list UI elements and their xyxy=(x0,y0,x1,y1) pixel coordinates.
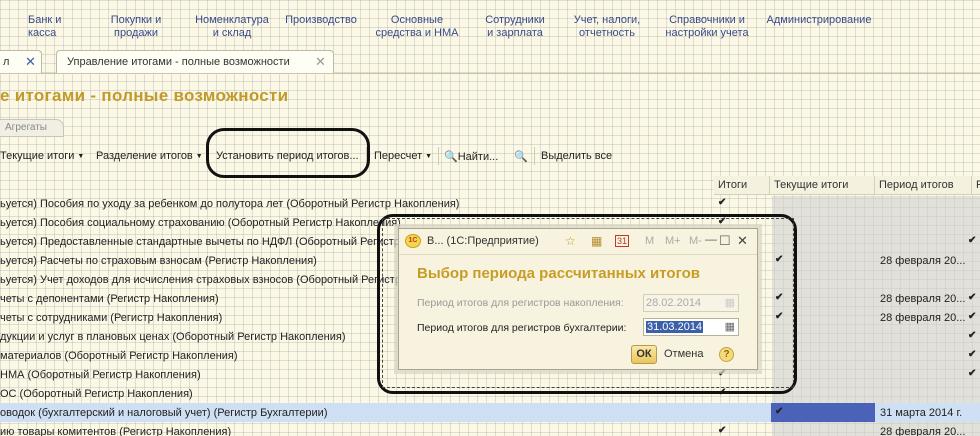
table-row[interactable]: НМА (Оборотный Регистр Накопления) xyxy=(0,369,201,381)
cancel-search-icon[interactable]: 🔍 xyxy=(514,150,528,163)
calendar-icon[interactable]: ▦ xyxy=(725,295,735,311)
tab-aggregates[interactable]: Агрегаты xyxy=(0,119,64,137)
memory-plus-icon[interactable]: M+ xyxy=(665,235,681,247)
table-row[interactable]: ьуется) Расчеты по страховым взносам (Ре… xyxy=(0,255,317,267)
split-totals-label: Разделение итогов xyxy=(96,150,193,162)
menu-purchases[interactable]: Покупки и продажи xyxy=(104,14,168,40)
period-dialog: 1С В... (1С:Предприятие) ☆ ▦ 31 M M+ M- … xyxy=(398,228,758,370)
annotation-circle xyxy=(206,128,370,178)
table-row[interactable]: материалов (Оборотный Регистр Накопления… xyxy=(0,350,238,362)
dialog-titlebar: 1С В... (1С:Предприятие) ☆ ▦ 31 M M+ M- … xyxy=(399,229,757,255)
check-icon[interactable]: ✔ xyxy=(718,197,726,208)
current-totals-button[interactable]: Текущие итоги ▼ xyxy=(0,150,84,162)
split-totals-button[interactable]: Разделение итогов ▼ xyxy=(96,150,203,162)
accum-period-field[interactable]: 28.02.2014 ▦ xyxy=(643,294,739,312)
dialog-window-title: В... (1С:Предприятие) xyxy=(427,235,539,247)
menu-bank[interactable]: Банк и касса xyxy=(28,14,68,40)
check-icon[interactable]: ✔ xyxy=(968,235,976,246)
calculator-icon[interactable]: ▦ xyxy=(591,234,602,248)
menu-accounting[interactable]: Учет, налоги, отчетность xyxy=(568,14,646,40)
tab-active-label: Управление итогами - полные возможности xyxy=(67,56,290,68)
check-icon[interactable]: ✔ xyxy=(968,292,976,303)
table-row[interactable]: четы с депонентами (Регистр Накопления) xyxy=(0,293,219,305)
column-header-totals[interactable]: Итоги xyxy=(714,176,770,195)
period-cell[interactable]: 28 февраля 20... xyxy=(880,255,965,267)
memory-minus-icon[interactable]: M- xyxy=(689,235,702,247)
column-header-current-totals[interactable]: Текущие итоги xyxy=(770,176,875,195)
period-cell[interactable]: 31 марта 2014 г. xyxy=(880,407,962,419)
toolbar-separator xyxy=(534,147,535,165)
table-row[interactable]: ОС (Оборотный Регистр Накопления) xyxy=(0,388,193,400)
period-cell[interactable]: 28 февраля 20... xyxy=(880,426,965,436)
menu-employees[interactable]: Сотрудники и зарплата xyxy=(478,14,552,40)
find-label: Найти... xyxy=(457,151,499,163)
check-icon[interactable]: ✔ xyxy=(718,425,726,436)
search-icon: 🔍 xyxy=(444,151,458,163)
ok-button[interactable]: ОК xyxy=(631,345,657,364)
tab-previous[interactable]: л ✕ xyxy=(0,50,42,74)
menu-references[interactable]: Справочники и настройки учета xyxy=(661,14,753,40)
chevron-down-icon: ▼ xyxy=(195,153,203,160)
app-logo-icon: 1С xyxy=(405,234,421,248)
table-row[interactable]: ию товары комитентов (Регистр Накопления… xyxy=(0,426,231,436)
close-icon[interactable]: ✕ xyxy=(737,233,748,249)
menu-fixed-assets[interactable]: Основные средства и НМА xyxy=(371,14,463,40)
chevron-down-icon: ▼ xyxy=(77,153,85,160)
help-icon[interactable]: ? xyxy=(719,347,734,362)
column-header-extra[interactable]: Р xyxy=(972,176,980,195)
period-cell[interactable]: 28 февраля 20... xyxy=(880,293,965,305)
acct-period-value: 31.03.2014 xyxy=(646,321,704,333)
dialog-title: Выбор периода рассчитанных итогов xyxy=(417,265,701,282)
menu-administration[interactable]: Администрирование xyxy=(764,14,874,27)
table-row[interactable]: оводок (бухгалтерский и налоговый учет) … xyxy=(0,407,327,419)
recalc-button[interactable]: Пересчет ▼ xyxy=(374,150,432,162)
check-icon[interactable]: ✔ xyxy=(968,368,976,379)
tab-totals-management[interactable]: Управление итогами - полные возможности … xyxy=(56,50,334,74)
table-row[interactable]: дукции и услуг в плановых ценах (Оборотн… xyxy=(0,331,346,343)
maximize-icon[interactable]: ☐ xyxy=(719,233,731,249)
menu-nomenclature[interactable]: Номенклатура и склад xyxy=(187,14,277,40)
tab-divider xyxy=(0,73,980,74)
close-icon[interactable]: ✕ xyxy=(25,51,36,73)
cancel-button[interactable]: Отмена xyxy=(664,348,703,360)
check-icon[interactable]: ✔ xyxy=(968,330,976,341)
selected-cell-highlight xyxy=(771,403,875,422)
check-icon[interactable]: ✔ xyxy=(775,406,783,417)
toolbar-separator xyxy=(438,147,439,165)
table-row[interactable]: ьуется) Пособия по уходу за ребенком до … xyxy=(0,198,459,210)
menu-production[interactable]: Производство xyxy=(282,14,360,27)
accum-period-value: 28.02.2014 xyxy=(646,297,702,309)
accum-period-label: Период итогов для регистров накопления: xyxy=(417,297,624,309)
page-title: е итогами - полные возможности xyxy=(0,86,289,105)
table-row[interactable]: четы с сотрудниками (Регистр Накопления) xyxy=(0,312,222,324)
select-all-button[interactable]: Выделить все xyxy=(541,150,612,162)
calendar-icon[interactable]: ▦ xyxy=(725,319,735,335)
period-cell[interactable]: 28 февраля 20... xyxy=(880,312,965,324)
check-icon[interactable]: ✔ xyxy=(968,311,976,322)
acct-period-field[interactable]: 31.03.2014 ▦ xyxy=(643,318,739,336)
calendar-icon[interactable]: 31 xyxy=(615,235,630,247)
table-row[interactable]: ьуется) Пособия социальному страхованию … xyxy=(0,217,401,229)
current-totals-label: Текущие итоги xyxy=(0,150,75,162)
star-icon[interactable]: ☆ xyxy=(565,234,576,248)
chevron-down-icon: ▼ xyxy=(425,153,433,160)
minimize-icon[interactable]: — xyxy=(705,232,717,246)
acct-period-label: Период итогов для регистров бухгалтерии: xyxy=(417,322,627,334)
memory-icon[interactable]: M xyxy=(645,235,654,247)
check-icon[interactable]: ✔ xyxy=(968,349,976,360)
close-icon[interactable]: ✕ xyxy=(315,51,326,73)
find-button[interactable]: 🔍Найти... xyxy=(444,150,498,163)
tab-previous-label: л xyxy=(3,56,10,68)
recalc-label: Пересчет xyxy=(374,150,423,162)
column-header-period[interactable]: Период итогов xyxy=(875,176,972,195)
